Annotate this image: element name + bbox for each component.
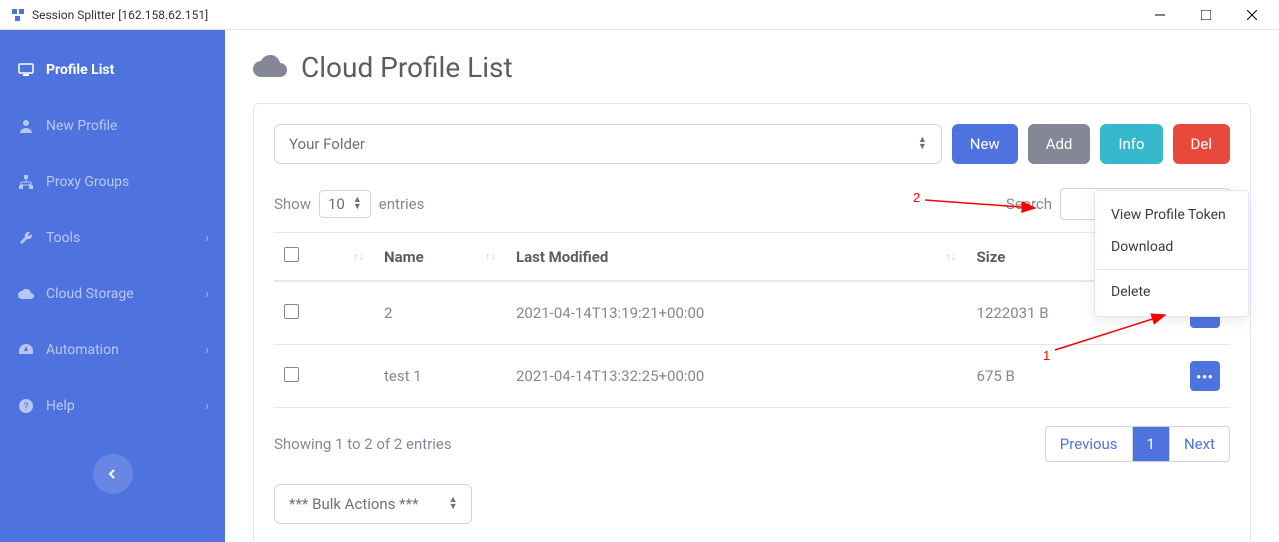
wrench-icon [16, 231, 36, 245]
window-title: Session Splitter [162.158.62.151] [32, 8, 208, 22]
window-titlebar: Session Splitter [162.158.62.151] [0, 0, 1279, 30]
sidebar-item-help[interactable]: ? Help › [0, 378, 225, 434]
cell-last-modified: 2021-04-14T13:19:21+00:00 [506, 281, 967, 345]
select-arrows-icon: ▲▼ [449, 497, 458, 511]
profiles-table: ↑↓ Name↑↓ Last Modified↑↓ Size↑↓ 2 20 [274, 232, 1230, 408]
menu-view-profile-token[interactable]: View Profile Token [1095, 199, 1248, 231]
bulk-actions-select[interactable]: *** Bulk Actions *** ▲▼ [274, 484, 472, 524]
previous-button[interactable]: Previous [1046, 427, 1132, 461]
cell-size: 675 B [967, 345, 1170, 408]
menu-separator [1095, 269, 1248, 270]
sidebar-item-tools[interactable]: Tools › [0, 210, 225, 266]
user-icon [16, 119, 36, 133]
info-button[interactable]: Info [1100, 124, 1162, 164]
sidebar-collapse-button[interactable] [93, 454, 133, 494]
next-button[interactable]: Next [1169, 427, 1229, 461]
monitor-icon [16, 63, 36, 77]
row-checkbox[interactable] [284, 367, 299, 382]
row-actions-button[interactable]: ●●● [1190, 361, 1220, 391]
sidebar-item-profile-list[interactable]: Profile List [0, 42, 225, 98]
sidebar-item-proxy-groups[interactable]: Proxy Groups [0, 154, 225, 210]
column-name[interactable]: Name↑↓ [374, 233, 506, 282]
page-number[interactable]: 1 [1132, 427, 1169, 461]
folder-select[interactable]: Your Folder ▲▼ [274, 124, 942, 164]
sidebar-item-cloud-storage[interactable]: Cloud Storage › [0, 266, 225, 322]
maximize-button[interactable] [1183, 0, 1229, 30]
pagination: Previous 1 Next [1045, 426, 1230, 462]
sidebar-item-new-profile[interactable]: New Profile [0, 98, 225, 154]
show-label: Show [274, 195, 311, 213]
chevron-right-icon: › [205, 287, 209, 301]
question-icon: ? [16, 399, 36, 413]
sidebar-item-label: Proxy Groups [46, 174, 129, 190]
chevron-right-icon: › [205, 231, 209, 245]
sort-icon: ↑↓ [946, 253, 957, 261]
cloud-icon [253, 50, 287, 85]
sidebar-item-label: Help [46, 398, 75, 414]
sidebar-item-automation[interactable]: Automation › [0, 322, 225, 378]
chevron-right-icon: › [205, 399, 209, 413]
del-button[interactable]: Del [1173, 124, 1230, 164]
svg-text:?: ? [24, 402, 29, 413]
cell-name: 2 [374, 281, 506, 345]
sidebar-item-label: Tools [46, 230, 80, 246]
select-arrows-icon: ▲▼ [353, 197, 362, 211]
sidebar: Profile List New Profile Proxy Groups To… [0, 30, 225, 542]
sort-icon[interactable]: ↑↓ [353, 253, 364, 261]
sidebar-item-label: Automation [46, 342, 119, 358]
cell-name: test 1 [374, 345, 506, 408]
sitemap-icon [16, 175, 36, 189]
column-last-modified[interactable]: Last Modified↑↓ [506, 233, 967, 282]
sidebar-item-label: Cloud Storage [46, 286, 134, 302]
sidebar-item-label: Profile List [46, 62, 114, 78]
select-arrows-icon: ▲▼ [918, 137, 927, 151]
sort-icon: ↑↓ [485, 253, 496, 261]
page-title: Cloud Profile List [253, 50, 1251, 85]
close-button[interactable] [1229, 0, 1275, 30]
row-context-menu: View Profile Token Download Delete [1094, 190, 1249, 317]
table-info: Showing 1 to 2 of 2 entries [274, 435, 452, 453]
menu-delete[interactable]: Delete [1095, 276, 1248, 308]
add-button[interactable]: Add [1028, 124, 1091, 164]
sidebar-item-label: New Profile [46, 118, 117, 134]
entries-label: entries [379, 195, 425, 213]
tachometer-icon [16, 344, 36, 356]
chevron-right-icon: › [205, 343, 209, 357]
search-label: Search [1006, 195, 1052, 213]
select-all-checkbox[interactable] [284, 247, 299, 262]
row-checkbox[interactable] [284, 304, 299, 319]
table-row: test 1 2021-04-14T13:32:25+00:00 675 B ●… [274, 345, 1230, 408]
entries-select[interactable]: 10 ▲▼ [319, 190, 371, 218]
cell-last-modified: 2021-04-14T13:32:25+00:00 [506, 345, 967, 408]
app-icon [10, 7, 26, 23]
cloud-icon [16, 288, 36, 300]
new-button[interactable]: New [952, 124, 1018, 164]
minimize-button[interactable] [1137, 0, 1183, 30]
table-row: 2 2021-04-14T13:19:21+00:00 1222031 B ●●… [274, 281, 1230, 345]
menu-download[interactable]: Download [1095, 231, 1248, 263]
